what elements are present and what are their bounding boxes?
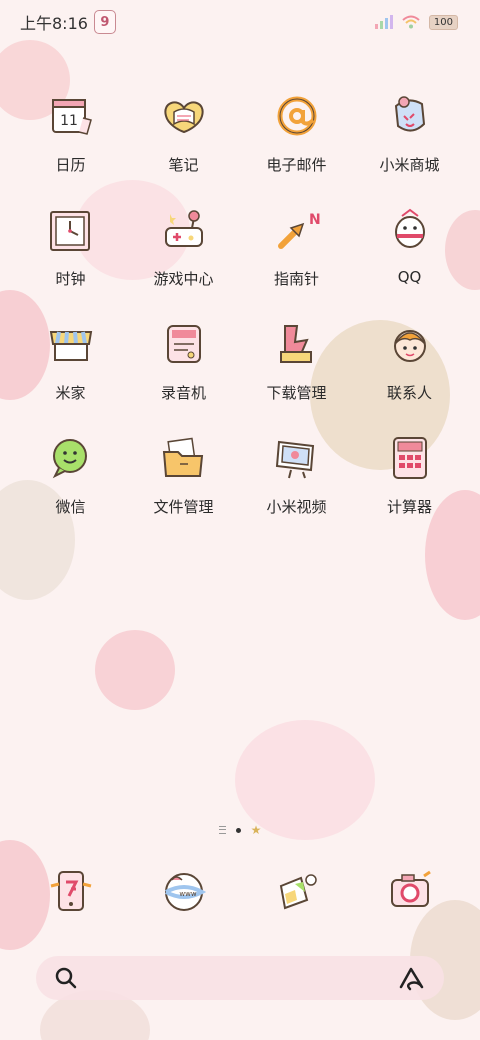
app-label: 微信 bbox=[55, 498, 86, 516]
page-indicator[interactable]: ★ bbox=[0, 824, 480, 836]
app-grid: 11 日历 笔记 电子邮件 小米商城 时钟 游戏中心 N 指南针 QQ 米家 录… bbox=[0, 90, 480, 516]
browser-icon: www bbox=[158, 866, 210, 918]
gallery-icon bbox=[271, 866, 323, 918]
bunny-decoration bbox=[235, 720, 375, 840]
qq-icon bbox=[384, 204, 436, 256]
app-recorder[interactable]: 录音机 bbox=[127, 318, 240, 402]
wifi-icon bbox=[402, 15, 420, 29]
compass-icon: N bbox=[271, 204, 323, 256]
app-download-manager[interactable]: 下载管理 bbox=[240, 318, 353, 402]
app-label: 录音机 bbox=[160, 384, 206, 402]
app-calendar[interactable]: 11 日历 bbox=[14, 90, 127, 174]
app-label: 下载管理 bbox=[266, 384, 327, 402]
clock-icon bbox=[45, 204, 97, 256]
search-icon[interactable] bbox=[54, 966, 78, 990]
app-label: 联系人 bbox=[386, 384, 432, 402]
dock-gallery[interactable] bbox=[240, 866, 353, 918]
notification-badge: 9 bbox=[93, 10, 116, 34]
compass-n: N bbox=[309, 212, 321, 228]
menu-lines-icon bbox=[218, 826, 226, 834]
recorder-icon bbox=[158, 318, 210, 370]
mi-home-icon bbox=[45, 318, 97, 370]
status-bar: 上午8:16 9 100 bbox=[0, 0, 480, 44]
app-email[interactable]: 电子邮件 bbox=[240, 90, 353, 174]
notes-icon bbox=[158, 90, 210, 142]
calculator-icon bbox=[384, 432, 436, 484]
www-text: www bbox=[179, 890, 196, 898]
app-label: 米家 bbox=[55, 384, 86, 402]
app-label: 计算器 bbox=[386, 498, 432, 516]
calendar-icon: 11 bbox=[45, 90, 97, 142]
dock-browser[interactable]: www bbox=[127, 866, 240, 918]
app-calculator[interactable]: 计算器 bbox=[353, 432, 466, 516]
phone-icon bbox=[45, 866, 97, 918]
app-qq[interactable]: QQ bbox=[353, 204, 466, 288]
strawberry-decoration bbox=[95, 630, 175, 710]
email-icon bbox=[271, 90, 323, 142]
app-label: 笔记 bbox=[168, 156, 199, 174]
app-mi-video[interactable]: 小米视频 bbox=[240, 432, 353, 516]
dock-camera[interactable] bbox=[353, 866, 466, 918]
app-label: 电子邮件 bbox=[266, 156, 327, 174]
search-bar[interactable] bbox=[36, 956, 444, 1000]
mi-store-icon bbox=[384, 90, 436, 142]
app-game-center[interactable]: 游戏中心 bbox=[127, 204, 240, 288]
download-icon bbox=[271, 318, 323, 370]
app-label: QQ bbox=[397, 268, 422, 286]
app-label: 指南针 bbox=[273, 270, 319, 288]
camera-icon bbox=[384, 866, 436, 918]
app-wechat[interactable]: 微信 bbox=[14, 432, 127, 516]
app-clock[interactable]: 时钟 bbox=[14, 204, 127, 288]
calendar-date: 11 bbox=[60, 113, 78, 129]
contacts-icon bbox=[384, 318, 436, 370]
page-dot-active bbox=[235, 827, 241, 833]
signal-icon bbox=[374, 15, 393, 29]
star-page-icon: ★ bbox=[250, 823, 262, 837]
dock-phone[interactable] bbox=[14, 866, 127, 918]
app-label: 小米商城 bbox=[379, 156, 440, 174]
app-contacts[interactable]: 联系人 bbox=[353, 318, 466, 402]
app-label: 文件管理 bbox=[153, 498, 214, 516]
wechat-icon bbox=[45, 432, 97, 484]
app-label: 时钟 bbox=[55, 270, 86, 288]
dock: www bbox=[0, 866, 480, 918]
battery-icon: 100 bbox=[428, 14, 458, 30]
app-file-manager[interactable]: 文件管理 bbox=[127, 432, 240, 516]
mi-video-icon bbox=[271, 432, 323, 484]
app-mi-home[interactable]: 米家 bbox=[14, 318, 127, 402]
app-label: 小米视频 bbox=[266, 498, 327, 516]
app-mi-store[interactable]: 小米商城 bbox=[353, 90, 466, 174]
app-compass[interactable]: N 指南针 bbox=[240, 204, 353, 288]
assistant-icon[interactable] bbox=[398, 965, 426, 991]
status-time: 上午8:16 bbox=[20, 14, 88, 33]
file-manager-icon bbox=[158, 432, 210, 484]
app-label: 日历 bbox=[55, 156, 86, 174]
app-notes[interactable]: 笔记 bbox=[127, 90, 240, 174]
game-center-icon bbox=[158, 204, 210, 256]
app-label: 游戏中心 bbox=[153, 270, 214, 288]
